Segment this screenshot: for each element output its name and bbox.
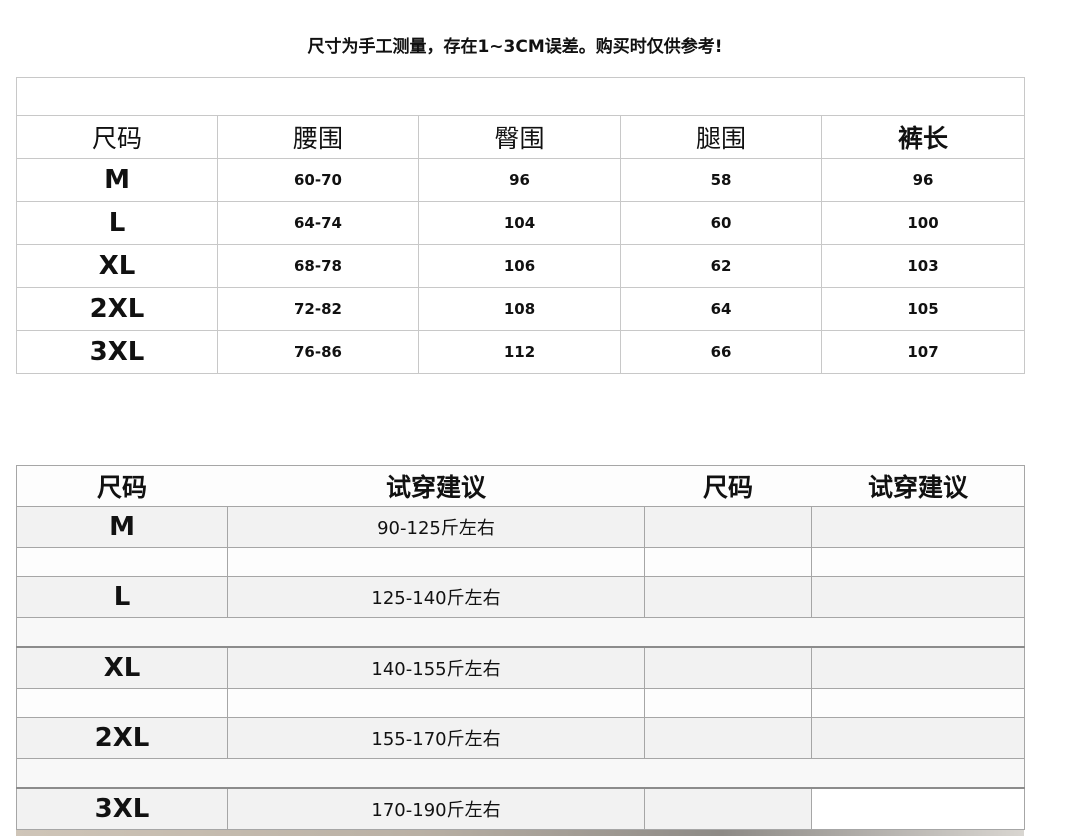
waist-cell: 68-78 — [217, 244, 419, 288]
column-header-length: 裤长 — [820, 115, 1026, 159]
spacer-row — [16, 547, 1025, 577]
waist-cell: 64-74 — [217, 201, 419, 245]
advice-cell: 125-140斤左右 — [227, 576, 645, 618]
size-cell: XL — [16, 646, 228, 689]
empty-cell — [644, 787, 812, 830]
length-cell: 103 — [820, 244, 1026, 288]
thigh-cell: 62 — [620, 244, 822, 288]
table-header-row: 尺码 试穿建议 尺码 试穿建议 — [16, 465, 1025, 507]
hip-cell: 96 — [418, 158, 621, 202]
size-cell: 2XL — [16, 287, 218, 331]
table-caption-row — [15, 77, 1026, 116]
waist-cell: 76-86 — [217, 330, 419, 374]
size-cell: 3XL — [16, 787, 228, 830]
length-cell: 96 — [820, 158, 1026, 202]
empty-cell — [811, 506, 1025, 548]
table-row: 3XL 170-190斤左右 — [16, 787, 1025, 830]
thigh-cell: 64 — [620, 287, 822, 331]
column-header-waist: 腰围 — [217, 115, 419, 159]
table-row: 3XL 76-86 112 66 107 — [16, 330, 1026, 374]
size-cell: XL — [16, 244, 218, 288]
size-cell: L — [16, 576, 228, 618]
empty-cell — [811, 717, 1025, 759]
size-cell: M — [16, 158, 218, 202]
table-row: 2XL 155-170斤左右 — [16, 717, 1025, 759]
column-header-size: 尺码 — [16, 115, 218, 159]
column-header-advice-2: 试穿建议 — [811, 465, 1025, 507]
table-row: M 90-125斤左右 — [16, 506, 1025, 548]
hip-cell: 108 — [418, 287, 621, 331]
measurement-notice: 尺寸为手工测量，存在1~3CM误差。购买时仅供参考! — [307, 37, 723, 57]
length-cell: 105 — [820, 287, 1026, 331]
empty-cell — [644, 717, 812, 759]
thigh-cell: 66 — [620, 330, 822, 374]
size-cell: 2XL — [16, 717, 228, 759]
table-row: XL 140-155斤左右 — [16, 646, 1025, 689]
empty-cell — [811, 576, 1025, 618]
thigh-cell: 60 — [620, 201, 822, 245]
spacer-row — [16, 758, 1025, 789]
hip-cell: 112 — [418, 330, 621, 374]
table-row: XL 68-78 106 62 103 — [16, 244, 1026, 288]
table-row: M 60-70 96 58 96 — [16, 158, 1026, 202]
advice-cell: 155-170斤左右 — [227, 717, 645, 759]
length-cell: 107 — [820, 330, 1026, 374]
table-header-row: 尺码 腰围 臀围 腿围 裤长 — [16, 115, 1026, 159]
column-header-advice: 试穿建议 — [227, 465, 645, 507]
waist-cell: 72-82 — [217, 287, 419, 331]
size-cell: L — [16, 201, 218, 245]
fit-advice-table: 尺码 试穿建议 尺码 试穿建议 M 90-125斤左右 L 125-140斤左右… — [16, 465, 1025, 830]
table-row: L 64-74 104 60 100 — [16, 201, 1026, 245]
column-header-size: 尺码 — [16, 465, 228, 507]
waist-cell: 60-70 — [217, 158, 419, 202]
empty-cell — [644, 576, 812, 618]
size-cell: 3XL — [16, 330, 218, 374]
product-photo-edge — [16, 830, 1024, 836]
size-measurement-table: 尺码 腰围 臀围 腿围 裤长 M 60-70 96 58 96 L 64-74 … — [15, 77, 1026, 374]
hip-cell: 104 — [418, 201, 621, 245]
advice-cell: 170-190斤左右 — [227, 787, 645, 830]
column-header-thigh: 腿围 — [620, 115, 822, 159]
spacer-row — [16, 617, 1025, 648]
empty-cell — [644, 506, 812, 548]
hip-cell: 106 — [418, 244, 621, 288]
advice-cell: 90-125斤左右 — [227, 506, 645, 548]
spacer-row — [16, 688, 1025, 718]
length-cell: 100 — [820, 201, 1026, 245]
table-row: L 125-140斤左右 — [16, 576, 1025, 618]
column-header-hip: 臀围 — [418, 115, 621, 159]
thigh-cell: 58 — [620, 158, 822, 202]
advice-cell: 140-155斤左右 — [227, 646, 645, 689]
empty-cell — [811, 787, 1025, 830]
empty-cell — [644, 646, 812, 689]
size-cell: M — [16, 506, 228, 548]
table-row: 2XL 72-82 108 64 105 — [16, 287, 1026, 331]
empty-cell — [811, 646, 1025, 689]
column-header-size-2: 尺码 — [644, 465, 812, 507]
